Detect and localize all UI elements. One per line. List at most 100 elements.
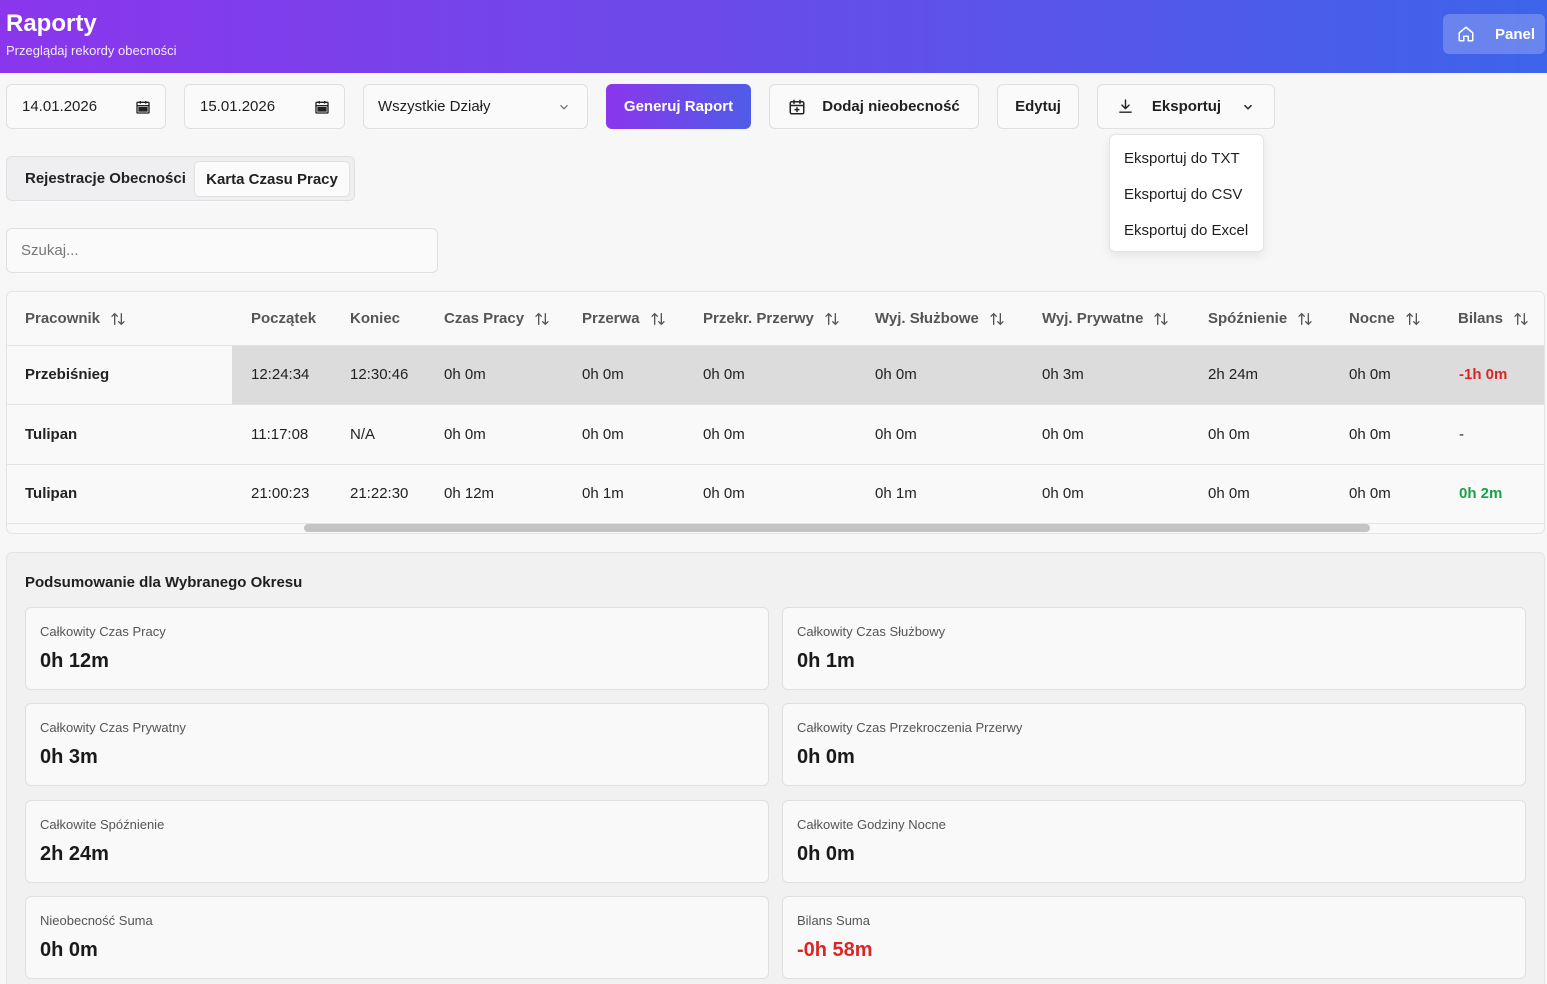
summary-title: Podsumowanie dla Wybranego Okresu (25, 574, 303, 591)
summary-section: Podsumowanie dla Wybranego Okresu Całkow… (6, 552, 1545, 984)
cell-employee: Przebiśnieg (25, 366, 110, 383)
column-label: Początek (251, 310, 317, 327)
sort-icon[interactable] (1297, 311, 1313, 327)
summary-card-label: Bilans Suma (797, 913, 870, 928)
summary-card-balance-sum: Bilans Suma -0h 58m (782, 896, 1526, 979)
column-label: Czas Pracy (444, 310, 525, 327)
cell-employee: Tulipan (25, 485, 78, 502)
summary-card-total-private: Całkowity Czas Prywatny 0h 3m (25, 703, 769, 786)
summary-card-value: 0h 12m (40, 650, 109, 672)
date-to-input[interactable]: 15.01.2026 (184, 84, 345, 129)
panel-button-label: Panel (1495, 25, 1536, 43)
column-header-business-exit[interactable]: Wyj. Służbowe (875, 310, 1005, 327)
column-label: Wyj. Służbowe (875, 310, 979, 327)
sort-icon[interactable] (534, 311, 550, 327)
cell-break-overrun: 0h 0m (703, 485, 745, 502)
cell-work-time: 0h 12m (444, 485, 495, 502)
panel-button[interactable]: Panel (1443, 14, 1545, 54)
column-header-break[interactable]: Przerwa (582, 310, 666, 327)
department-select-value: Wszystkie Działy (378, 98, 491, 115)
cell-private-exit: 0h 3m (1042, 366, 1084, 383)
sort-icon[interactable] (989, 311, 1005, 327)
tab-timesheet[interactable]: Karta Czasu Pracy (194, 161, 350, 197)
export-button[interactable]: Eksportuj (1097, 84, 1275, 129)
sort-icon[interactable] (1405, 311, 1421, 327)
date-from-input[interactable]: 14.01.2026 (6, 84, 166, 129)
export-txt-item[interactable]: Eksportuj do TXT (1110, 141, 1263, 177)
summary-card-total-lateness: Całkowite Spóźnienie 2h 24m (25, 800, 769, 883)
export-csv-item[interactable]: Eksportuj do CSV (1110, 177, 1263, 213)
cell-start: 21:00:23 (251, 485, 310, 502)
summary-card-value: 0h 0m (797, 843, 855, 865)
export-label: Eksportuj (1151, 98, 1222, 115)
sort-icon[interactable] (650, 311, 666, 327)
sort-icon[interactable] (1513, 311, 1529, 327)
edit-button[interactable]: Edytuj (997, 84, 1079, 129)
column-header-work-time[interactable]: Czas Pracy (444, 310, 550, 327)
cell-night: 0h 0m (1349, 366, 1391, 383)
summary-card-value: 2h 24m (40, 843, 109, 865)
summary-card-value: 0h 1m (797, 650, 855, 672)
calendar-icon[interactable] (135, 99, 151, 115)
cell-balance: - (1459, 426, 1464, 443)
summary-card-total-business: Całkowity Czas Służbowy 0h 1m (782, 607, 1526, 690)
chevron-down-icon (560, 104, 568, 110)
date-to-value: 15.01.2026 (200, 98, 276, 115)
summary-card-value: 0h 0m (40, 939, 98, 961)
table-row[interactable]: Tulipan 21:00:23 21:22:30 0h 12m 0h 1m 0… (7, 465, 1544, 524)
column-label: Wyj. Prywatne (1042, 310, 1144, 327)
calendar-plus-icon (789, 99, 805, 114)
date-from-value: 14.01.2026 (22, 98, 98, 115)
sort-icon[interactable] (824, 311, 840, 327)
summary-card-total-break-overrun: Całkowity Czas Przekroczenia Przerwy 0h … (782, 703, 1526, 786)
generate-report-button[interactable]: Generuj Raport (606, 84, 751, 129)
sort-icon[interactable] (110, 311, 126, 327)
table-header: Pracownik Początek Koniec Czas Pracy Prz… (7, 292, 1544, 346)
cell-lateness: 0h 0m (1208, 426, 1250, 443)
column-header-employee[interactable]: Pracownik (25, 310, 126, 327)
cell-work-time: 0h 0m (444, 366, 486, 383)
column-header-balance[interactable]: Bilans (1458, 310, 1529, 327)
column-header-private-exit[interactable]: Wyj. Prywatne (1042, 310, 1169, 327)
cell-balance: -1h 0m (1459, 366, 1508, 383)
summary-card-total-night: Całkowite Godziny Nocne 0h 0m (782, 800, 1526, 883)
download-icon (1119, 99, 1132, 113)
department-select[interactable]: Wszystkie Działy (363, 84, 588, 129)
column-header-night[interactable]: Nocne (1349, 310, 1421, 327)
cell-break: 0h 1m (582, 485, 624, 502)
summary-card-label: Całkowite Spóźnienie (40, 817, 165, 832)
column-label: Spóźnienie (1208, 310, 1288, 327)
cell-end: N/A (350, 426, 376, 443)
add-absence-button[interactable]: Dodaj nieobecność (769, 84, 979, 129)
cell-lateness: 2h 24m (1208, 366, 1259, 383)
search-input[interactable] (6, 228, 438, 273)
cell-employee: Tulipan (25, 426, 78, 443)
column-header-start: Początek (251, 310, 316, 327)
calendar-icon[interactable] (314, 99, 330, 115)
column-label: Koniec (350, 310, 401, 327)
column-header-break-overrun[interactable]: Przekr. Przerwy (703, 310, 840, 327)
cell-night: 0h 0m (1349, 426, 1391, 443)
cell-break: 0h 0m (582, 426, 624, 443)
table-row[interactable]: Tulipan 11:17:08 N/A 0h 0m 0h 0m 0h 0m 0… (7, 406, 1544, 465)
generate-report-label: Generuj Raport (623, 98, 734, 115)
horizontal-scrollbar[interactable] (304, 524, 1370, 532)
view-tabs: Rejestracje Obecności Karta Czasu Pracy (6, 156, 355, 201)
summary-card-absence-sum: Nieobecność Suma 0h 0m (25, 896, 769, 979)
export-excel-item[interactable]: Eksportuj do Excel (1110, 213, 1263, 249)
summary-card-label: Całkowity Czas Pracy (40, 624, 166, 639)
column-label: Bilans (1458, 310, 1504, 327)
sort-icon[interactable] (1153, 311, 1169, 327)
cell-business-exit: 0h 1m (875, 485, 917, 502)
attendance-table: Pracownik Początek Koniec Czas Pracy Prz… (6, 291, 1545, 534)
cell-break-overrun: 0h 0m (703, 366, 745, 383)
column-header-end: Koniec (350, 310, 400, 327)
summary-card-label: Całkowite Godziny Nocne (797, 817, 946, 832)
table-row[interactable]: Przebiśnieg 12:24:34 12:30:46 0h 0m 0h 0… (7, 346, 1544, 405)
summary-card-label: Całkowity Czas Służbowy (797, 624, 946, 639)
column-header-lateness[interactable]: Spóźnienie (1208, 310, 1313, 327)
cell-business-exit: 0h 0m (875, 366, 917, 383)
page-title: Raporty (6, 10, 97, 37)
tab-attendance[interactable]: Rejestracje Obecności (25, 161, 186, 197)
cell-work-time: 0h 0m (444, 426, 486, 443)
